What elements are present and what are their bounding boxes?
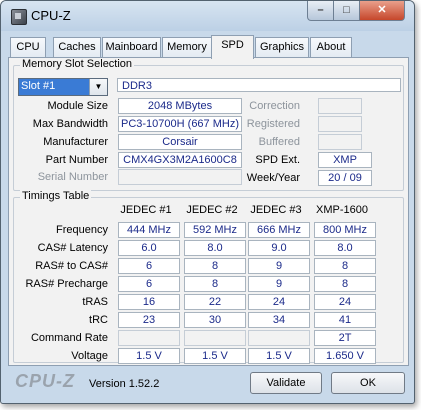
col-head-jedec2: JEDEC #2 <box>186 204 238 216</box>
timing-cell: 666 MHz <box>248 222 310 238</box>
timing-row-label: CAS# Latency <box>37 242 108 254</box>
version-text: Version 1.52.2 <box>89 378 160 390</box>
timing-cell: 22 <box>184 294 246 310</box>
timing-cell: 8.0 <box>314 240 376 256</box>
timing-cell: 24 <box>314 294 376 310</box>
timing-cell: 6 <box>118 258 180 274</box>
buffered-value <box>318 134 362 150</box>
timing-row-label: tRAS <box>82 296 108 308</box>
spd-ext-value: XMP <box>318 152 372 168</box>
timing-cell: 8 <box>314 258 376 274</box>
serial-number-label: Serial Number <box>37 171 108 183</box>
timing-cell: 8 <box>184 276 246 292</box>
title-bar[interactable]: CPU-Z – □ ✕ <box>1 1 414 31</box>
slot-select[interactable]: Slot #1 ▼ <box>18 78 108 96</box>
max-bandwidth-label: Max Bandwidth <box>32 118 108 130</box>
memory-slot-group-title: Memory Slot Selection <box>20 58 135 70</box>
timing-cell: 2T <box>314 330 376 346</box>
part-number-label: Part Number <box>45 154 108 166</box>
part-number-value: CMX4GX3M2A1600C8 <box>118 152 242 168</box>
timing-cell: 24 <box>248 294 310 310</box>
col-head-xmp1600: XMP-1600 <box>316 204 368 216</box>
timings-group-title: Timings Table <box>20 190 92 202</box>
week-year-label: Week/Year <box>246 172 300 184</box>
validate-button[interactable]: Validate <box>250 372 322 394</box>
module-size-value: 2048 MBytes <box>118 98 242 114</box>
manufacturer-label: Manufacturer <box>43 136 108 148</box>
serial-number-value <box>118 169 242 185</box>
tab-about[interactable]: About <box>310 37 352 58</box>
timing-row-label: Command Rate <box>30 332 108 344</box>
timing-cell: 592 MHz <box>184 222 246 238</box>
tab-memory[interactable]: Memory <box>162 37 212 58</box>
timing-cell: 1.5 V <box>118 348 180 364</box>
timing-cell: 41 <box>314 312 376 328</box>
slot-select-value: Slot #1 <box>21 80 56 92</box>
col-head-jedec1: JEDEC #1 <box>120 204 172 216</box>
timing-cell: 23 <box>118 312 180 328</box>
spd-ext-label: SPD Ext. <box>255 154 300 166</box>
memory-type-field: DDR3 <box>117 78 401 92</box>
timing-row-label: Voltage <box>71 350 108 362</box>
col-head-jedec3: JEDEC #3 <box>250 204 302 216</box>
timing-cell: 8 <box>184 258 246 274</box>
timing-cell: 34 <box>248 312 310 328</box>
cpuz-app-icon <box>11 9 27 25</box>
timing-cell: 1.650 V <box>314 348 376 364</box>
timing-cell: 9 <box>248 276 310 292</box>
window-title: CPU-Z <box>31 8 71 23</box>
week-year-value: 20 / 09 <box>318 170 372 186</box>
close-button[interactable]: ✕ <box>359 1 405 21</box>
timing-cell: 1.5 V <box>248 348 310 364</box>
tab-caches[interactable]: Caches <box>53 37 101 58</box>
manufacturer-value: Corsair <box>118 134 242 150</box>
max-bandwidth-value: PC3-10700H (667 MHz) <box>118 116 242 132</box>
timing-cell: 30 <box>184 312 246 328</box>
timing-cell: 6 <box>118 276 180 292</box>
timing-row-label: tRC <box>89 314 108 326</box>
timing-cell <box>248 330 310 346</box>
timing-cell <box>118 330 180 346</box>
ok-button[interactable]: OK <box>331 372 405 394</box>
timing-cell: 8.0 <box>184 240 246 256</box>
maximize-button[interactable]: □ <box>333 1 360 21</box>
timing-cell: 16 <box>118 294 180 310</box>
registered-label: Registered <box>246 118 300 130</box>
tab-cpu[interactable]: CPU <box>10 37 46 58</box>
tab-spd[interactable]: SPD <box>211 35 254 59</box>
timing-cell: 800 MHz <box>314 222 376 238</box>
minimize-button[interactable]: – <box>307 1 334 21</box>
tab-graphics[interactable]: Graphics <box>255 37 309 58</box>
timing-cell <box>184 330 246 346</box>
timing-cell: 8 <box>314 276 376 292</box>
module-size-label: Module Size <box>47 100 108 112</box>
cpuz-logo: CPU-Z <box>15 371 75 391</box>
timing-cell: 444 MHz <box>118 222 180 238</box>
timing-row-label: RAS# to CAS# <box>35 260 108 272</box>
timing-cell: 9 <box>248 258 310 274</box>
correction-label: Correction <box>249 100 300 112</box>
timing-row-label: RAS# Precharge <box>25 278 108 290</box>
timing-cell: 1.5 V <box>184 348 246 364</box>
timing-row-label: Frequency <box>56 224 108 236</box>
buffered-label: Buffered <box>258 136 300 148</box>
tab-mainboard[interactable]: Mainboard <box>102 37 161 58</box>
timing-cell: 6.0 <box>118 240 180 256</box>
timing-cell: 9.0 <box>248 240 310 256</box>
tab-bar: CPU Caches Mainboard Memory SPD Graphics… <box>8 35 408 59</box>
registered-value <box>318 116 362 132</box>
cpuz-window: CPU-Z – □ ✕ CPU Caches Mainboard Memory … <box>0 0 415 404</box>
correction-value <box>318 98 362 114</box>
chevron-down-icon[interactable]: ▼ <box>89 79 107 95</box>
